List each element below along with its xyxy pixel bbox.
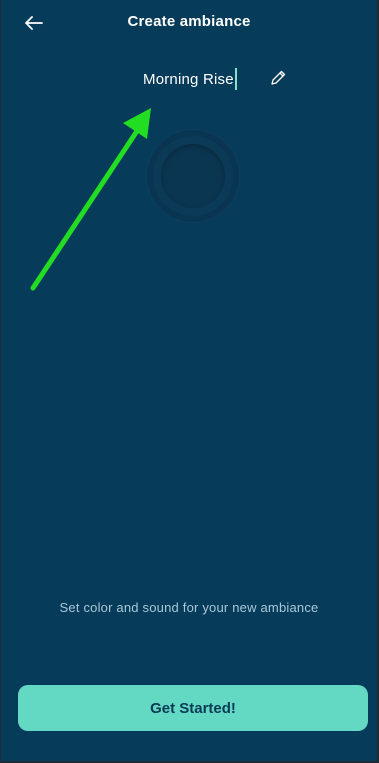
ambiance-name-value: Morning Rise — [143, 70, 234, 88]
get-started-button[interactable]: Get Started! — [18, 685, 368, 731]
ambiance-name-input[interactable]: Morning Rise — [143, 68, 237, 90]
ambiance-preview-orb — [147, 130, 239, 222]
circle-orb-icon — [161, 144, 225, 208]
page-title: Create ambiance — [127, 13, 251, 30]
text-caret — [234, 68, 237, 90]
create-ambiance-screen: Create ambiance Morning Rise Set color a… — [0, 0, 379, 763]
pencil-icon — [271, 70, 286, 85]
edit-name-button[interactable] — [269, 69, 289, 89]
hint-text: Set color and sound for your new ambianc… — [59, 600, 319, 615]
ambiance-name-row: Morning Rise — [1, 64, 377, 94]
